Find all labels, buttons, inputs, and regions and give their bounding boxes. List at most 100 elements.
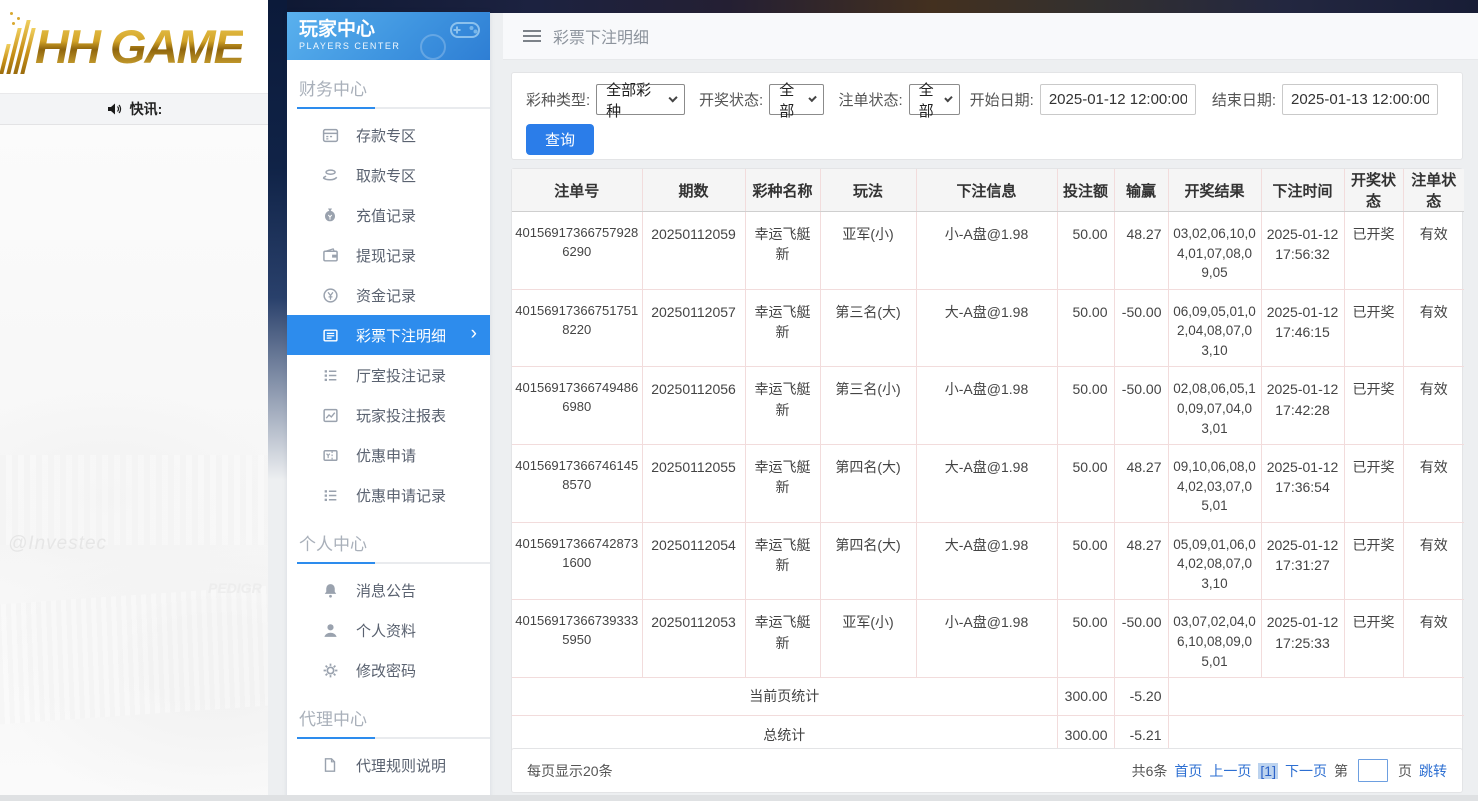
sidebar-item-change-password[interactable]: 修改密码	[287, 650, 490, 690]
hamburger-icon[interactable]	[523, 30, 541, 42]
user-icon	[321, 621, 339, 639]
cell-draw-status: 已开奖	[1344, 212, 1403, 290]
section-divider	[297, 107, 490, 109]
cell-amount: 50.00	[1057, 600, 1114, 678]
prev-page-link[interactable]: 上一页	[1209, 761, 1251, 781]
cell-draw-status: 已开奖	[1344, 289, 1403, 367]
cell-lottery: 幸运飞艇新	[745, 367, 820, 445]
list-icon	[321, 486, 339, 504]
cell-lottery: 幸运飞艇新	[745, 445, 820, 523]
lottery-type-value: 全部彩种	[606, 79, 659, 121]
card-machine-icon	[321, 126, 339, 144]
speaker-icon	[106, 101, 122, 117]
cell-period: 20250112059	[642, 212, 745, 290]
cell-draw-status: 已开奖	[1344, 522, 1403, 600]
sidebar-item-player-bet-report[interactable]: 玩家投注报表	[287, 395, 490, 435]
cell-amount: 50.00	[1057, 212, 1114, 290]
sidebar-item-withdraw-zone[interactable]: 取款专区	[287, 155, 490, 195]
cell-lottery: 幸运飞艇新	[745, 600, 820, 678]
cell-order-status: 有效	[1403, 445, 1464, 523]
cell-bet-info: 小-A盘@1.98	[916, 212, 1057, 290]
cell-bet-info: 大-A盘@1.98	[916, 522, 1057, 600]
next-page-link[interactable]: 下一页	[1285, 761, 1327, 781]
start-date-label: 开始日期:	[970, 89, 1034, 110]
order-status-value: 全部	[919, 79, 936, 121]
horizontal-scrollbar-track[interactable]	[0, 795, 1478, 801]
sidebar-item-messages[interactable]: 消息公告	[287, 570, 490, 610]
total-count: 共6条	[1132, 761, 1168, 781]
list-doc-icon	[321, 326, 339, 344]
ticket-icon	[321, 446, 339, 464]
cell-lottery: 幸运飞艇新	[745, 522, 820, 600]
bell-icon	[321, 581, 339, 599]
sidebar-item-agent-rules[interactable]: 代理规则说明	[287, 745, 490, 785]
section-title-finance: 财务中心	[287, 60, 490, 105]
document-icon	[321, 756, 339, 774]
table-row: 401569173667517518220 20250112057 幸运飞艇新 …	[512, 289, 1464, 367]
cell-period: 20250112054	[642, 522, 745, 600]
first-page-link[interactable]: 首页	[1174, 761, 1202, 781]
sidebar-item-label: 提现记录	[356, 245, 416, 266]
end-date-input[interactable]	[1282, 84, 1438, 115]
bet-table-panel: 注单号 期数 彩种名称 玩法 下注信息 投注额 输赢 开奖结果 下注时间 开奖状…	[511, 168, 1463, 755]
sidebar-item-promo-apply[interactable]: 优惠申请	[287, 435, 490, 475]
hand-money-icon	[321, 166, 339, 184]
cell-draw-status: 已开奖	[1344, 600, 1403, 678]
sidebar-item-profile[interactable]: 个人资料	[287, 610, 490, 650]
cell-amount: 50.00	[1057, 367, 1114, 445]
sidebar-item-cashout-record[interactable]: 提现记录	[287, 235, 490, 275]
cell-amount: 50.00	[1057, 289, 1114, 367]
jump-prefix-label: 第	[1334, 761, 1348, 781]
brand-column: HH GAME 快讯: @Investec PEDIGR	[0, 0, 268, 801]
logo-bars-icon	[0, 20, 38, 74]
cell-bet-info: 小-A盘@1.98	[916, 367, 1057, 445]
cell-draw-status: 已开奖	[1344, 445, 1403, 523]
cell-order-status: 有效	[1403, 367, 1464, 445]
sidebar-item-lottery-bet-detail[interactable]: 彩票下注明细 ›	[287, 315, 490, 355]
col-bet-info: 下注信息	[916, 169, 1057, 212]
draw-status-value: 全部	[779, 79, 800, 121]
cell-bet-time: 2025-01-12 17:42:28	[1261, 367, 1344, 445]
background-left-strip	[268, 0, 287, 480]
cell-amount: 50.00	[1057, 445, 1114, 523]
cell-play: 亚军(小)	[820, 212, 916, 290]
section-divider	[297, 737, 490, 739]
sidebar-item-hall-bet-record[interactable]: 厅室投注记录	[287, 355, 490, 395]
summary-label: 当前页统计	[512, 678, 1057, 716]
draw-status-select[interactable]: 全部	[769, 84, 824, 115]
cell-order-id: 401569173667579286290	[512, 212, 642, 290]
sidebar-item-recharge-record[interactable]: 充值记录	[287, 195, 490, 235]
sidebar-header: 玩家中心 PLAYERS CENTER	[287, 12, 490, 60]
cell-bet-time: 2025-01-12 17:25:33	[1261, 600, 1344, 678]
order-status-select[interactable]: 全部	[909, 84, 960, 115]
jump-go-link[interactable]: 跳转	[1419, 761, 1447, 781]
cell-order-id: 401569173667517518220	[512, 289, 642, 367]
cell-result: 06,09,05,01,02,04,08,07,03,10	[1168, 289, 1261, 367]
sidebar-item-funds-record[interactable]: 资金记录	[287, 275, 490, 315]
sidebar-item-label: 玩家投注报表	[356, 405, 446, 426]
table-header-row: 注单号 期数 彩种名称 玩法 下注信息 投注额 输赢 开奖结果 下注时间 开奖状…	[512, 169, 1464, 212]
cell-draw-status: 已开奖	[1344, 367, 1403, 445]
sidebar-item-label: 取款专区	[356, 165, 416, 186]
bet-table: 注单号 期数 彩种名称 玩法 下注信息 投注额 输赢 开奖结果 下注时间 开奖状…	[512, 169, 1464, 754]
sidebar-item-promo-apply-record[interactable]: 优惠申请记录	[287, 475, 490, 515]
order-status-label: 注单状态:	[838, 89, 902, 110]
summary-amount: 300.00	[1057, 678, 1114, 716]
cell-order-status: 有效	[1403, 600, 1464, 678]
start-date-input[interactable]	[1040, 84, 1196, 115]
table-row: 401569173667461458570 20250112055 幸运飞艇新 …	[512, 445, 1464, 523]
sidebar-item-label: 修改密码	[356, 660, 416, 681]
sidebar-item-label: 代理规则说明	[356, 755, 446, 776]
news-label: 快讯:	[130, 99, 163, 119]
summary-winloss: -5.20	[1114, 678, 1168, 716]
cell-play: 第四名(大)	[820, 445, 916, 523]
cell-result: 09,10,06,08,04,02,03,07,05,01	[1168, 445, 1261, 523]
query-button[interactable]: 查询	[526, 124, 594, 155]
lottery-type-select[interactable]: 全部彩种	[596, 84, 685, 115]
table-row: 401569173667579286290 20250112059 幸运飞艇新 …	[512, 212, 1464, 290]
cell-lottery: 幸运飞艇新	[745, 289, 820, 367]
page-jump-input[interactable]	[1358, 759, 1388, 782]
chevron-down-icon	[944, 94, 952, 102]
sidebar-item-deposit[interactable]: 存款专区	[287, 115, 490, 155]
cell-bet-time: 2025-01-12 17:56:32	[1261, 212, 1344, 290]
